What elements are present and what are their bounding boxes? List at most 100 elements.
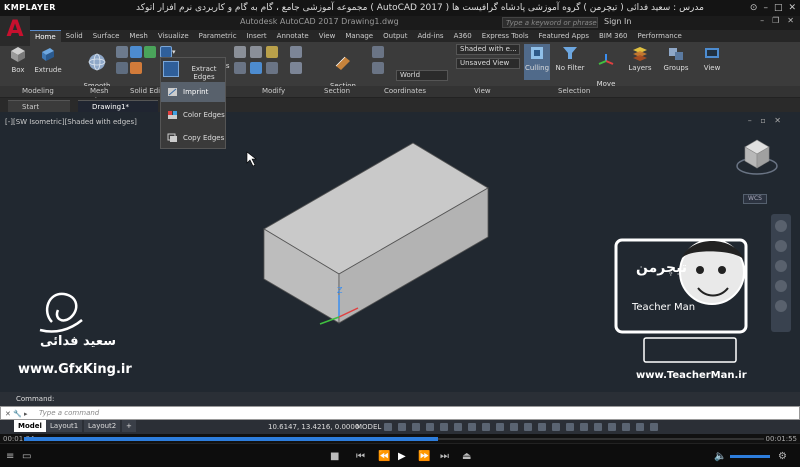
menu-item-copy-edges[interactable]: Copy Edges xyxy=(161,128,225,148)
panel-modify[interactable]: Modify xyxy=(262,86,285,97)
groups-button[interactable]: Groups xyxy=(662,44,690,72)
extract-edges-icon[interactable] xyxy=(163,61,179,77)
application-menu-button[interactable]: A xyxy=(0,16,30,46)
tab-annotate[interactable]: Annotate xyxy=(272,30,314,42)
tab-model[interactable]: Model xyxy=(14,420,46,432)
rotate-icon[interactable] xyxy=(250,46,262,58)
hardware-acceleration-icon[interactable] xyxy=(622,423,630,431)
tab-output[interactable]: Output xyxy=(378,30,412,42)
stop-icon[interactable]: ■ xyxy=(330,451,339,462)
tab-layout1[interactable]: Layout1 xyxy=(46,420,83,432)
transparency-icon[interactable] xyxy=(496,423,504,431)
mirror-icon[interactable] xyxy=(266,46,278,58)
ucs-select[interactable]: World xyxy=(396,70,448,81)
tab-manage[interactable]: Manage xyxy=(340,30,378,42)
copy-icon[interactable] xyxy=(290,62,302,74)
layers-button[interactable]: Layers xyxy=(626,44,654,72)
viewcube[interactable] xyxy=(736,139,778,175)
panel-modeling[interactable]: Modeling xyxy=(22,86,54,97)
panel-view[interactable]: View xyxy=(474,86,491,97)
next-icon[interactable]: ⏭ xyxy=(440,451,449,462)
ucs-origin-icon[interactable] xyxy=(372,62,384,74)
panel-selection[interactable]: Selection xyxy=(558,86,590,97)
previous-icon[interactable]: ⏮ xyxy=(356,451,365,462)
union-icon[interactable] xyxy=(130,46,142,58)
selection-filter-button[interactable]: No Filter xyxy=(554,44,586,72)
search-input[interactable]: Type a keyword or phrase xyxy=(502,17,598,28)
add-layout-button[interactable]: + xyxy=(122,420,136,432)
extract-edges-menu-label[interactable]: Extract Edges xyxy=(183,65,225,81)
isodraft-icon[interactable] xyxy=(440,423,448,431)
tab-home[interactable]: Home xyxy=(30,30,61,42)
tab-layout2[interactable]: Layout2 xyxy=(84,420,121,432)
3d-osnap-icon[interactable] xyxy=(468,423,476,431)
steering-wheel-icon[interactable] xyxy=(775,220,787,232)
annomonitor-icon[interactable] xyxy=(566,423,574,431)
box-button[interactable]: Box xyxy=(6,44,30,74)
view-button[interactable]: View xyxy=(698,44,726,72)
tab-featured-apps[interactable]: Featured Apps xyxy=(534,30,594,42)
tab-parametric[interactable]: Parametric xyxy=(194,30,242,42)
model-space-button[interactable]: MODEL xyxy=(356,420,381,434)
command-line-tools-icon[interactable]: ✕ 🔧 ▸ xyxy=(5,408,28,420)
tab-a360[interactable]: A360 xyxy=(449,30,477,42)
tab-surface[interactable]: Surface xyxy=(88,30,125,42)
panel-mesh[interactable]: Mesh xyxy=(90,86,108,97)
tab-express-tools[interactable]: Express Tools xyxy=(477,30,534,42)
showmotion-icon[interactable] xyxy=(775,300,787,312)
tab-drawing1[interactable]: Drawing1* xyxy=(78,100,158,112)
volume-icon[interactable]: 🔈 xyxy=(714,451,726,462)
sign-in-button[interactable]: Sign In xyxy=(604,17,631,26)
quick-properties-icon[interactable] xyxy=(594,423,602,431)
tab-performance[interactable]: Performance xyxy=(632,30,686,42)
lineweight-icon[interactable] xyxy=(482,423,490,431)
panel-section[interactable]: Section xyxy=(324,86,350,97)
subtract-icon[interactable] xyxy=(130,62,142,74)
snap-icon[interactable] xyxy=(398,423,406,431)
wcs-button[interactable]: WCS xyxy=(743,194,767,204)
play-icon[interactable]: ▶ xyxy=(398,451,406,462)
workspace-icon[interactable] xyxy=(552,423,560,431)
forward-icon[interactable]: ⏩ xyxy=(418,451,430,462)
volume-slider[interactable] xyxy=(730,455,770,458)
osnap-icon[interactable] xyxy=(454,423,462,431)
intersect-icon[interactable] xyxy=(144,46,156,58)
tab-view[interactable]: View xyxy=(314,30,341,42)
pan-icon[interactable] xyxy=(775,240,787,252)
named-view-select[interactable]: Unsaved View xyxy=(456,58,520,69)
grid-icon[interactable] xyxy=(384,423,392,431)
close-icon[interactable]: ✕ xyxy=(787,16,794,25)
tab-visualize[interactable]: Visualize xyxy=(153,30,194,42)
panel-solid-editing[interactable]: Solid Edi xyxy=(130,86,160,97)
settings-icon[interactable]: ⚙ xyxy=(778,451,787,462)
pin-icon[interactable]: ⊙ xyxy=(750,0,758,16)
coordinate-readout[interactable]: 10.6147, 13.4216, 0.0000 xyxy=(268,420,359,434)
clean-screen-icon[interactable] xyxy=(636,423,644,431)
units-icon[interactable] xyxy=(580,423,588,431)
command-input[interactable]: ✕ 🔧 ▸ Type a command xyxy=(0,406,800,420)
tab-solid[interactable]: Solid xyxy=(61,30,88,42)
playlist-icon[interactable]: ≡ xyxy=(6,451,14,462)
mesh-smooth-icon[interactable] xyxy=(116,46,128,58)
menu-item-color-edges[interactable]: Color Edges xyxy=(161,105,225,125)
polar-icon[interactable] xyxy=(426,423,434,431)
annotation-icon[interactable] xyxy=(538,423,546,431)
erase-icon[interactable] xyxy=(290,46,302,58)
rewind-icon[interactable]: ⏪ xyxy=(378,451,390,462)
panel-icon[interactable]: ▭ xyxy=(22,451,31,462)
selection-cycling-icon[interactable] xyxy=(510,423,518,431)
eject-icon[interactable]: ⏏ xyxy=(462,451,471,462)
restore-icon[interactable]: ❐ xyxy=(772,16,779,25)
mesh-refine-icon[interactable] xyxy=(116,62,128,74)
seek-bar[interactable]: 00:01:04 00:01:55 xyxy=(0,434,800,444)
culling-button[interactable]: Culling xyxy=(524,44,550,80)
panel-coordinates[interactable]: Coordinates xyxy=(384,86,426,97)
tab-start[interactable]: Start xyxy=(8,100,70,112)
scale-icon[interactable] xyxy=(234,62,246,74)
tab-bim-360[interactable]: BIM 360 xyxy=(594,30,633,42)
chevron-down-icon[interactable]: ▾ xyxy=(172,48,176,56)
tab-insert[interactable]: Insert xyxy=(242,30,272,42)
move-icon[interactable] xyxy=(234,46,246,58)
orbit-icon[interactable] xyxy=(775,280,787,292)
drawing-canvas[interactable]: [-][SW Isometric][Shaded with edges] – ▫… xyxy=(0,112,800,392)
